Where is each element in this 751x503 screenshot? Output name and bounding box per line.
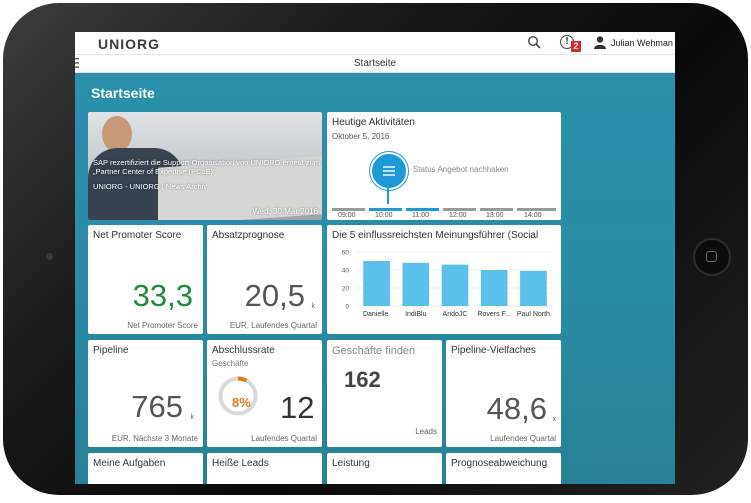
leistung-title: Leistung (332, 458, 370, 469)
chart-bar[interactable] (480, 270, 508, 306)
news-tile[interactable]: SAP rezertifiziert die Support-Organisat… (88, 112, 322, 220)
search-icon[interactable] (527, 35, 541, 49)
heisse-leads-tile[interactable]: Heiße Leads (207, 453, 322, 484)
influencers-bar-chart: 0 20 40 60 Danielle. IndiBlu AndoJC Rovers F...… (342, 250, 553, 318)
absatzprognose-value: 20,5 (244, 278, 305, 313)
time-label: 10:00 (375, 212, 393, 219)
pipeline-vielfaches-value: 48,6 (486, 391, 547, 426)
pipeline-title: Pipeline (93, 345, 129, 356)
launchpad-content: Startseite SAP rezertifiziert die Suppor… (75, 73, 675, 484)
geschaefte-finden-value: 162 (344, 367, 381, 392)
pipeline-vielfaches-footer: Laufendes Quartal (490, 434, 556, 443)
pipeline-footer: EUR, Nächste 3 Monate (111, 434, 198, 443)
tablet-camera (46, 253, 53, 260)
activity-marker-stem (387, 188, 389, 204)
absatzprognose-unit: k (311, 303, 316, 310)
user-name[interactable]: Julian Wehman (611, 38, 673, 48)
home-button-square (706, 251, 717, 262)
chart-y-tick: 60 (342, 250, 350, 257)
geschaefte-finden-footer: Leads (415, 427, 437, 436)
chart-bar[interactable] (520, 270, 547, 306)
abschlussrate-subtitle: Geschäfte (212, 359, 249, 368)
chart-x-label: Rovers F... (477, 311, 511, 318)
meine-aufgaben-title: Meine Aufgaben (93, 458, 166, 469)
news-date: Wed, 30 Mar 2016 (252, 207, 318, 216)
chart-y-tick: 20 (342, 286, 350, 293)
pipeline-vielfaches-title: Pipeline-Vielfaches (451, 345, 536, 356)
pipeline-vielfaches-tile[interactable]: Pipeline-Vielfaches 48,6 x Laufendes Qua… (446, 340, 561, 447)
user-icon[interactable] (594, 36, 606, 49)
abschlussrate-percent: 8% (232, 395, 251, 410)
influencers-tile[interactable]: Die 5 einflussreichsten Meinungsführer (… (327, 225, 561, 334)
prognoseabweichung-title: Prognoseabweichung (451, 458, 548, 469)
activities-tile[interactable]: Heutige Aktivitäten Oktober 5, 2016 Stat… (327, 112, 561, 220)
abschlussrate-footer: Laufendes Quartal (251, 434, 317, 443)
nps-title: Net Promoter Score (93, 230, 182, 241)
pipeline-tile[interactable]: Pipeline 765 k EUR, Nächste 3 Monate (88, 340, 203, 447)
activity-icon[interactable] (370, 152, 408, 190)
time-label: 14:00 (524, 212, 542, 219)
chart-x-label: Paul North (517, 311, 550, 318)
time-label: 09:00 (338, 212, 356, 219)
time-label: 12:00 (449, 212, 467, 219)
activities-date: Oktober 5, 2016 (332, 132, 390, 141)
absatzprognose-tile[interactable]: Absatzprognose 20,5 k EUR, Laufendes Qua… (207, 225, 322, 334)
time-label: 11:00 (412, 212, 429, 219)
pipeline-vielfaches-unit: x (552, 416, 557, 423)
chart-x-label: IndiBlu (405, 311, 427, 318)
absatzprognose-title: Absatzprognose (212, 230, 285, 241)
prognoseabweichung-tile[interactable]: Prognoseabweichung (446, 453, 561, 484)
sub-header: Startseite (75, 55, 675, 73)
pipeline-unit: k (190, 414, 195, 421)
app-screen: UNIORG ! 2 Julian Wehman Startseite Star… (75, 32, 675, 484)
abschlussrate-tile[interactable]: Abschlussrate Geschäfte 8% 12 Laufendes … (207, 340, 322, 447)
chart-x-label: Danielle. (363, 311, 390, 318)
heisse-leads-title: Heiße Leads (212, 458, 269, 469)
sub-header-title: Startseite (353, 58, 397, 69)
abschlussrate-title: Abschlussrate (212, 345, 275, 356)
pipeline-value: 765 (131, 389, 183, 424)
activities-title: Heutige Aktivitäten (332, 117, 415, 128)
uniorg-logo: UNIORG (98, 36, 160, 52)
chart-bar[interactable] (402, 262, 430, 306)
nps-tile[interactable]: Net Promoter Score 33,3 Net Promoter Sco… (88, 225, 203, 334)
activity-label: Status Angebot nachhaken (413, 165, 509, 174)
page-title: Startseite (91, 85, 155, 101)
chart-x-label: AndoJC (443, 311, 468, 318)
abschlussrate-value: 12 (280, 390, 315, 425)
time-label: 13:00 (486, 212, 504, 219)
chart-bar[interactable] (441, 264, 469, 306)
news-photo-person (102, 116, 132, 152)
leistung-tile[interactable]: Leistung (327, 453, 442, 484)
news-source: UNIORG - UNIORG | News Archiv (93, 182, 208, 191)
alert-count-badge: 2 (571, 41, 581, 52)
chart-y-tick: 0 (345, 304, 349, 311)
chart-bar[interactable] (363, 261, 390, 306)
meine-aufgaben-tile[interactable]: Meine Aufgaben (88, 453, 203, 484)
timeline-bars (332, 208, 556, 211)
nps-value: 33,3 (132, 278, 193, 313)
geschaefte-finden-tile[interactable]: Geschäfte finden 162 Leads (327, 340, 442, 447)
chart-y-tick: 40 (342, 268, 350, 275)
absatzprognose-footer: EUR, Laufendes Quartal (229, 321, 317, 330)
news-headline: SAP rezertifiziert die Support-Organisat… (93, 158, 321, 176)
nps-footer: Net Promoter Score (127, 321, 198, 330)
geschaefte-finden-title: Geschäfte finden (332, 345, 416, 357)
shell-header: UNIORG ! 2 Julian Wehman (75, 32, 675, 55)
